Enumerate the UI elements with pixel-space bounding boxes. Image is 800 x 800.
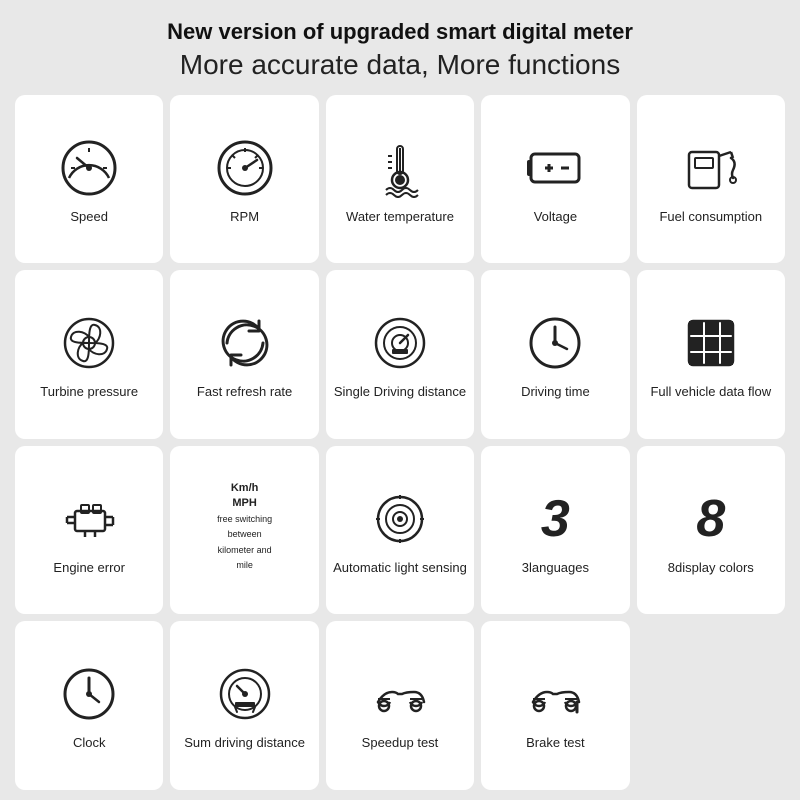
cell-brake: Brake test [481,621,629,790]
cell-sum-drive: Sum driving distance [170,621,318,790]
cell-single-drive: Single Driving distance [326,270,474,439]
single-drive-label: Single Driving distance [334,384,466,401]
rpm-label: RPM [230,209,259,226]
cell-clock: Clock [15,621,163,790]
cell-colors: 8 8display colors [637,446,785,615]
voltage-label: Voltage [534,209,577,226]
engine-error-icon [54,484,124,554]
cell-languages: 3 3languages [481,446,629,615]
turbine-icon [54,308,124,378]
drive-time-icon [520,308,590,378]
number3-display: 3 [541,493,570,545]
languages-label: 3languages [522,560,589,577]
sum-drive-icon [210,659,280,729]
header-subtitle: More accurate data, More functions [15,47,785,83]
engine-error-label: Engine error [53,560,125,577]
cell-water-temp: Water temperature [326,95,474,264]
water-temp-icon [365,133,435,203]
speedup-label: Speedup test [362,735,439,752]
cell-fuel: Fuel consumption [637,95,785,264]
header-title: New version of upgraded smart digital me… [15,18,785,47]
number8-display: 8 [696,493,725,545]
kmh-mph-icon: Km/hMPHfree switching betweenkilometer a… [210,492,280,562]
colors-icon: 8 [676,484,746,554]
auto-light-label: Automatic light sensing [333,560,467,577]
turbine-label: Turbine pressure [40,384,138,401]
cell-engine-error: Engine error [15,446,163,615]
page: New version of upgraded smart digital me… [0,0,800,800]
cell-voltage: Voltage [481,95,629,264]
cell-rpm: RPM [170,95,318,264]
clock-icon [54,659,124,729]
auto-light-icon [365,484,435,554]
languages-icon: 3 [520,484,590,554]
water-temp-label: Water temperature [346,209,454,226]
brake-label: Brake test [526,735,585,752]
cell-drive-time: Driving time [481,270,629,439]
feature-grid: Speed RPM Water temperature [15,95,785,790]
data-flow-label: Full vehicle data flow [650,384,771,401]
brake-icon [520,659,590,729]
kmh-text: Km/hMPHfree switching betweenkilometer a… [210,481,280,573]
single-drive-icon [365,308,435,378]
data-flow-icon [676,308,746,378]
header: New version of upgraded smart digital me… [15,10,785,95]
rpm-icon [210,133,280,203]
speed-label: Speed [70,209,108,226]
cell-data-flow: Full vehicle data flow [637,270,785,439]
sum-drive-label: Sum driving distance [184,735,305,752]
refresh-label: Fast refresh rate [197,384,292,401]
colors-label: 8display colors [668,560,754,577]
speed-icon [54,133,124,203]
drive-time-label: Driving time [521,384,590,401]
voltage-icon [520,133,590,203]
fuel-icon [676,133,746,203]
cell-speedup: Speedup test [326,621,474,790]
refresh-icon [210,308,280,378]
cell-refresh: Fast refresh rate [170,270,318,439]
fuel-label: Fuel consumption [659,209,762,226]
cell-kmh-mph: Km/hMPHfree switching betweenkilometer a… [170,446,318,615]
cell-auto-light: Automatic light sensing [326,446,474,615]
clock-label: Clock [73,735,106,752]
cell-turbine: Turbine pressure [15,270,163,439]
speedup-icon [365,659,435,729]
cell-speed: Speed [15,95,163,264]
